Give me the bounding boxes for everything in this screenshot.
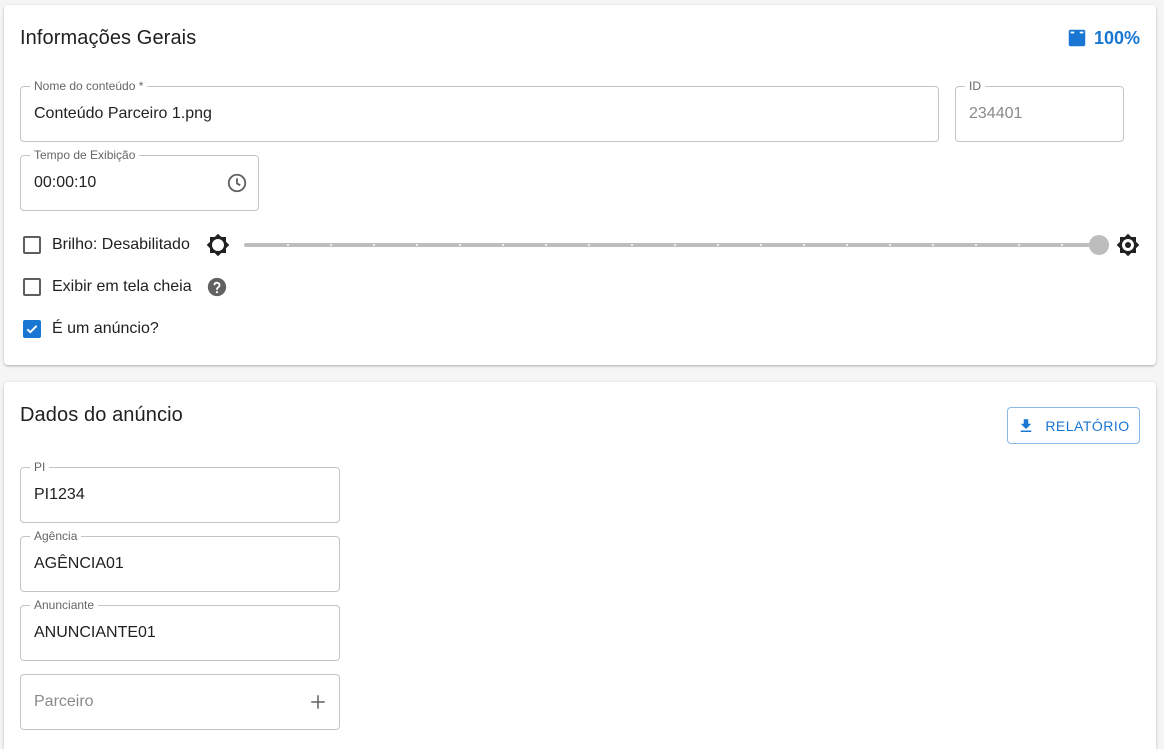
download-status[interactable]: 100% [1066,27,1140,49]
fullscreen-row: Exibir em tela cheia [20,275,228,299]
slider-tick [889,244,891,246]
brightness-slider-track[interactable] [244,243,1100,247]
brightness-label: Brilho: Desabilitado [52,236,190,253]
fullscreen-label: Exibir em tela cheia [52,278,192,295]
slider-tick [631,244,633,246]
advertiser-field[interactable]: Anunciante ANUNCIANTE01 [20,598,340,661]
brightness-row: Brilho: Desabilitado [20,233,230,257]
slider-tick [975,244,977,246]
slider-tick [502,244,504,246]
pi-field[interactable]: PI PI1234 [20,460,340,523]
is-ad-checkbox[interactable] [23,320,41,338]
display-time-field[interactable]: Tempo de Exibição 00:00:10 [20,148,259,211]
download-icon [1068,29,1086,47]
report-button-label: RELATÓRIO [1045,417,1130,434]
slider-tick [932,244,934,246]
advertiser-value: ANUNCIANTE01 [34,624,156,641]
slider-tick [803,244,805,246]
slider-tick [846,244,848,246]
ad-data-title: Dados do anúncio [20,404,183,426]
help-icon[interactable] [206,276,228,298]
content-name-value: Conteúdo Parceiro 1.png [34,105,212,122]
brightness-low-icon [206,233,230,257]
id-value: 234401 [969,105,1023,122]
slider-tick [459,244,461,246]
fullscreen-checkbox[interactable] [23,278,41,296]
content-name-field[interactable]: Nome do conteúdo * Conteúdo Parceiro 1.p… [20,79,939,142]
slider-tick [330,244,332,246]
is-ad-label: É um anúncio? [52,320,159,337]
slider-tick [373,244,375,246]
slider-tick [416,244,418,246]
report-button[interactable]: RELATÓRIO [1007,407,1140,444]
agency-field[interactable]: Agência AGÊNCIA01 [20,529,340,592]
partner-field[interactable]: Parceiro [20,674,340,730]
ad-data-card: Dados do anúncio RELATÓRIO PI PI1234 Agê… [4,382,1156,749]
general-info-title: Informações Gerais [20,27,197,49]
brightness-checkbox[interactable] [23,236,41,254]
is-ad-row: É um anúncio? [20,317,159,341]
check-icon [26,325,38,334]
slider-tick [545,244,547,246]
brightness-high-icon [1116,233,1140,257]
slider-tick [1018,244,1020,246]
slider-tick [588,244,590,246]
download-percent: 100% [1093,27,1140,48]
slider-tick [717,244,719,246]
clock-icon[interactable] [226,172,248,194]
slider-tick [1061,244,1063,246]
display-time-value: 00:00:10 [34,174,97,191]
slider-tick [674,244,676,246]
agency-value: AGÊNCIA01 [34,555,124,572]
slider-tick [760,244,762,246]
general-info-card: Informações Gerais 100% Nome do conteúdo… [4,5,1156,365]
slider-tick [287,244,289,246]
partner-placeholder: Parceiro [34,693,94,710]
plus-icon[interactable] [307,691,329,713]
brightness-slider-thumb[interactable] [1089,235,1109,255]
pi-value: PI1234 [34,486,85,503]
id-field[interactable]: ID 234401 [955,79,1124,142]
download-icon [1021,418,1032,432]
